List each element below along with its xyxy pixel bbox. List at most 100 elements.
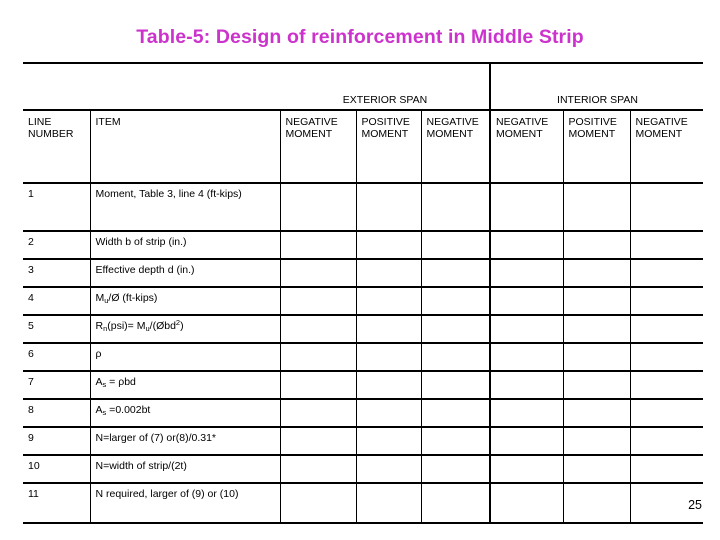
row-line-number: 6 bbox=[23, 342, 91, 371]
row-item-description: Mu/Ø (ft-kips) bbox=[90, 286, 281, 315]
header-int-negative-moment-2: NEGATIVE MOMENT bbox=[630, 109, 704, 183]
row-moment-cell-5 bbox=[563, 182, 631, 231]
row-moment-cell-1 bbox=[280, 258, 357, 287]
row-moment-cell-3 bbox=[421, 314, 491, 343]
row-moment-cell-1 bbox=[280, 182, 357, 231]
row-moment-cell-3 bbox=[421, 370, 491, 399]
span-header-row: EXTERIOR SPAN INTERIOR SPAN bbox=[23, 62, 704, 110]
header-ext-positive-moment: POSITIVE MOMENT bbox=[356, 109, 422, 183]
row-moment-cell-2 bbox=[356, 182, 422, 231]
row-line-number: 1 bbox=[23, 182, 91, 231]
row-moment-cell-5 bbox=[563, 482, 631, 524]
row-moment-cell-6 bbox=[630, 182, 704, 231]
row-item-description: N=width of strip/(2t) bbox=[90, 454, 281, 483]
row-item-description: Effective depth d (in.) bbox=[90, 258, 281, 287]
row-item-description: Moment, Table 3, line 4 (ft-kips) bbox=[90, 182, 281, 231]
row-moment-cell-3 bbox=[421, 398, 491, 427]
row-moment-cell-6 bbox=[630, 370, 704, 399]
row-moment-cell-4 bbox=[490, 286, 564, 315]
row-moment-cell-3 bbox=[421, 482, 491, 524]
row-moment-cell-1 bbox=[280, 426, 357, 455]
interior-span-header: INTERIOR SPAN bbox=[490, 62, 704, 110]
row-moment-cell-4 bbox=[490, 342, 564, 371]
row-item-description: N required, larger of (9) or (10) bbox=[90, 482, 281, 524]
row-item-description: ρ bbox=[90, 342, 281, 371]
row-moment-cell-6 bbox=[630, 286, 704, 315]
row-moment-cell-3 bbox=[421, 454, 491, 483]
row-item-description: As = ρbd bbox=[90, 370, 281, 399]
header-ext-negative-moment-2: NEGATIVE MOMENT bbox=[421, 109, 491, 183]
row-moment-cell-4 bbox=[490, 482, 564, 524]
row-moment-cell-4 bbox=[490, 258, 564, 287]
row-item-description: Rn(psi)= Mu/(Øbd2) bbox=[90, 314, 281, 343]
row-moment-cell-4 bbox=[490, 426, 564, 455]
row-moment-cell-4 bbox=[490, 454, 564, 483]
row-moment-cell-2 bbox=[356, 342, 422, 371]
row-moment-cell-6 bbox=[630, 454, 704, 483]
row-moment-cell-5 bbox=[563, 454, 631, 483]
row-item-description: As =0.002bt bbox=[90, 398, 281, 427]
row-moment-cell-3 bbox=[421, 258, 491, 287]
row-moment-cell-1 bbox=[280, 230, 357, 259]
table-row: 10 N=width of strip/(2t) bbox=[23, 454, 704, 483]
row-moment-cell-1 bbox=[280, 314, 357, 343]
row-moment-cell-3 bbox=[421, 286, 491, 315]
row-moment-cell-2 bbox=[356, 230, 422, 259]
row-moment-cell-6 bbox=[630, 230, 704, 259]
header-int-negative-moment-1: NEGATIVE MOMENT bbox=[490, 109, 564, 183]
row-moment-cell-6 bbox=[630, 342, 704, 371]
row-line-number: 8 bbox=[23, 398, 91, 427]
row-moment-cell-1 bbox=[280, 482, 357, 524]
slide-canvas: Table-5: Design of reinforcement in Midd… bbox=[0, 0, 720, 540]
span-row-spacer bbox=[23, 62, 90, 110]
row-moment-cell-5 bbox=[563, 230, 631, 259]
row-moment-cell-2 bbox=[356, 454, 422, 483]
row-moment-cell-4 bbox=[490, 370, 564, 399]
row-moment-cell-1 bbox=[280, 454, 357, 483]
header-item: ITEM bbox=[90, 109, 281, 183]
row-moment-cell-2 bbox=[356, 370, 422, 399]
row-line-number: 5 bbox=[23, 314, 91, 343]
row-moment-cell-4 bbox=[490, 230, 564, 259]
row-line-number: 7 bbox=[23, 370, 91, 399]
row-moment-cell-6 bbox=[630, 314, 704, 343]
row-moment-cell-1 bbox=[280, 370, 357, 399]
row-moment-cell-2 bbox=[356, 426, 422, 455]
table-row: 9 N=larger of (7) or(8)/0.31* bbox=[23, 426, 704, 455]
header-int-positive-moment: POSITIVE MOMENT bbox=[563, 109, 631, 183]
row-moment-cell-3 bbox=[421, 342, 491, 371]
table-row: 5 Rn(psi)= Mu/(Øbd2) bbox=[23, 314, 704, 343]
row-moment-cell-3 bbox=[421, 426, 491, 455]
row-moment-cell-2 bbox=[356, 286, 422, 315]
row-line-number: 10 bbox=[23, 454, 91, 483]
reinforcement-table: EXTERIOR SPAN INTERIOR SPAN LINE NUMBER … bbox=[23, 62, 704, 524]
page-title: Table-5: Design of reinforcement in Midd… bbox=[136, 26, 584, 48]
row-moment-cell-6 bbox=[630, 398, 704, 427]
row-line-number: 2 bbox=[23, 230, 91, 259]
row-item-description: N=larger of (7) or(8)/0.31* bbox=[90, 426, 281, 455]
row-moment-cell-4 bbox=[490, 398, 564, 427]
reinforcement-table-container: EXTERIOR SPAN INTERIOR SPAN LINE NUMBER … bbox=[23, 62, 704, 524]
row-moment-cell-5 bbox=[563, 342, 631, 371]
row-moment-cell-4 bbox=[490, 182, 564, 231]
page-number: 25 bbox=[688, 498, 702, 512]
table-row: 8 As =0.002bt bbox=[23, 398, 704, 427]
row-moment-cell-6 bbox=[630, 258, 704, 287]
table-row: 6ρ bbox=[23, 342, 704, 371]
row-moment-cell-6 bbox=[630, 426, 704, 455]
row-moment-cell-2 bbox=[356, 482, 422, 524]
row-line-number: 9 bbox=[23, 426, 91, 455]
row-moment-cell-1 bbox=[280, 342, 357, 371]
row-moment-cell-1 bbox=[280, 286, 357, 315]
row-moment-cell-5 bbox=[563, 314, 631, 343]
row-moment-cell-5 bbox=[563, 370, 631, 399]
table-row: 2 Width b of strip (in.) bbox=[23, 230, 704, 259]
row-moment-cell-4 bbox=[490, 314, 564, 343]
span-row-spacer-2 bbox=[90, 62, 280, 110]
row-moment-cell-5 bbox=[563, 398, 631, 427]
row-item-description: Width b of strip (in.) bbox=[90, 230, 281, 259]
row-moment-cell-5 bbox=[563, 426, 631, 455]
header-ext-negative-moment-1: NEGATIVE MOMENT bbox=[280, 109, 357, 183]
row-moment-cell-2 bbox=[356, 258, 422, 287]
row-moment-cell-2 bbox=[356, 398, 422, 427]
